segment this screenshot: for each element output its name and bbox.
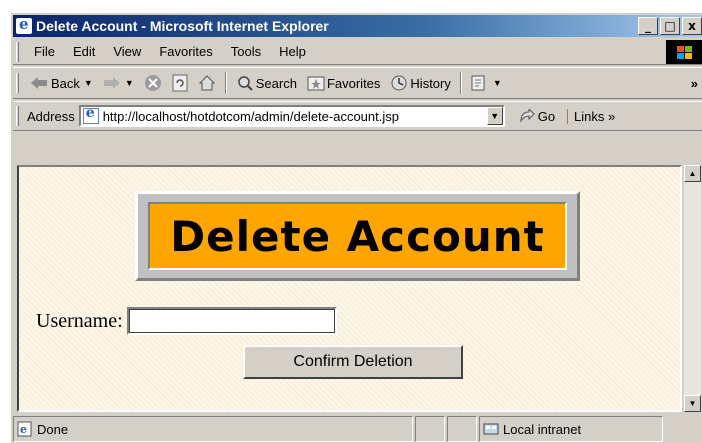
status-text: Done (37, 421, 69, 437)
favorites-label: Favorites (326, 75, 381, 91)
back-arrow-icon (31, 77, 47, 89)
forward-dropdown-icon[interactable]: ▼ (125, 78, 134, 88)
page-icon (82, 105, 99, 124)
address-input[interactable]: http://localhost/hotdotcom/admin/delete-… (78, 105, 505, 127)
scroll-down-icon[interactable]: ▼ (684, 395, 701, 412)
favorites-icon (307, 76, 325, 91)
toolbar-separator (224, 72, 227, 94)
menu-view[interactable]: View (104, 44, 150, 59)
stop-icon (144, 75, 161, 91)
forward-button[interactable]: ▼ (98, 70, 139, 96)
search-icon (238, 76, 253, 91)
status-text-pane: e Done (13, 416, 413, 442)
ie-logo-icon (16, 15, 32, 34)
svg-text:e: e (20, 423, 27, 436)
favorites-button[interactable]: Favorites (302, 70, 385, 96)
windows-logo-icon (666, 40, 702, 64)
username-label: Username: (36, 309, 123, 332)
back-label: Back (51, 75, 80, 91)
status-pane-empty (447, 416, 477, 442)
go-arrow-icon (520, 109, 535, 123)
address-grip[interactable] (16, 106, 19, 126)
search-label: Search (255, 75, 297, 91)
go-label: Go (537, 108, 556, 124)
standard-toolbar: Back ▼ ▼ Search Favorites History ▼ » (13, 67, 702, 99)
caption-buttons: _ □ x (638, 17, 702, 35)
title-bar[interactable]: Delete Account - Microsoft Internet Expl… (13, 15, 702, 37)
toolbar-separator (459, 72, 462, 94)
menu-edit[interactable]: Edit (64, 44, 104, 59)
address-dropdown-icon[interactable]: ▼ (486, 107, 503, 125)
menu-favorites[interactable]: Favorites (150, 44, 221, 59)
forward-arrow-icon (103, 77, 120, 89)
address-url[interactable]: http://localhost/hotdotcom/admin/delete-… (103, 109, 399, 124)
address-label: Address (27, 108, 75, 124)
search-button[interactable]: Search (231, 70, 302, 96)
security-zone-label: Local intranet (503, 421, 582, 437)
edit-dropdown-icon[interactable]: ▼ (493, 78, 502, 88)
back-dropdown-icon[interactable]: ▼ (84, 78, 93, 88)
address-bar: Address http://localhost/hotdotcom/admin… (13, 101, 702, 131)
menu-tools[interactable]: Tools (222, 44, 270, 59)
history-label: History (410, 75, 451, 91)
toolbar-overflow-icon[interactable]: » (691, 76, 698, 91)
page-banner: Delete Account (135, 191, 580, 281)
minimize-button[interactable]: _ (638, 17, 658, 35)
links-button[interactable]: Links » (567, 108, 615, 124)
scroll-up-icon[interactable]: ▲ (684, 165, 701, 182)
menu-bar: File Edit View Favorites Tools Help (13, 39, 702, 65)
security-zone-pane: Local intranet (479, 416, 663, 442)
page-viewport: Delete Account Username: Confirm Deletio… (17, 165, 682, 412)
home-button[interactable] (193, 70, 221, 96)
home-icon (198, 75, 215, 91)
history-button[interactable]: History (385, 70, 455, 96)
maximize-button[interactable]: □ (660, 17, 680, 35)
window-title: Delete Account - Microsoft Internet Expl… (36, 18, 329, 34)
status-pane-empty (415, 416, 445, 442)
go-button[interactable]: Go (519, 109, 555, 124)
menu-file[interactable]: File (25, 44, 64, 59)
confirm-deletion-button[interactable]: Confirm Deletion (243, 345, 463, 379)
vertical-scrollbar[interactable]: ▲ ▼ (684, 165, 701, 412)
refresh-icon (172, 74, 188, 92)
page-done-icon: e (17, 421, 32, 437)
status-bar: e Done Local intranet (13, 416, 702, 442)
username-row: Username: (36, 307, 337, 335)
banner-panel: Delete Account (148, 202, 567, 270)
refresh-button[interactable] (167, 70, 193, 96)
menu-grip[interactable] (16, 41, 19, 62)
menu-help[interactable]: Help (270, 44, 315, 59)
history-icon (391, 75, 407, 91)
stop-button[interactable] (139, 70, 167, 96)
edit-button[interactable]: ▼ (466, 70, 507, 96)
edit-icon (471, 75, 485, 91)
page-title: Delete Account (170, 211, 545, 261)
intranet-icon (483, 423, 499, 435)
browser-window: Delete Account - Microsoft Internet Expl… (10, 12, 702, 443)
username-input[interactable] (126, 307, 337, 335)
close-button[interactable]: x (682, 17, 702, 35)
toolbar-grip[interactable] (16, 73, 19, 93)
back-button[interactable]: Back ▼ (25, 70, 98, 96)
